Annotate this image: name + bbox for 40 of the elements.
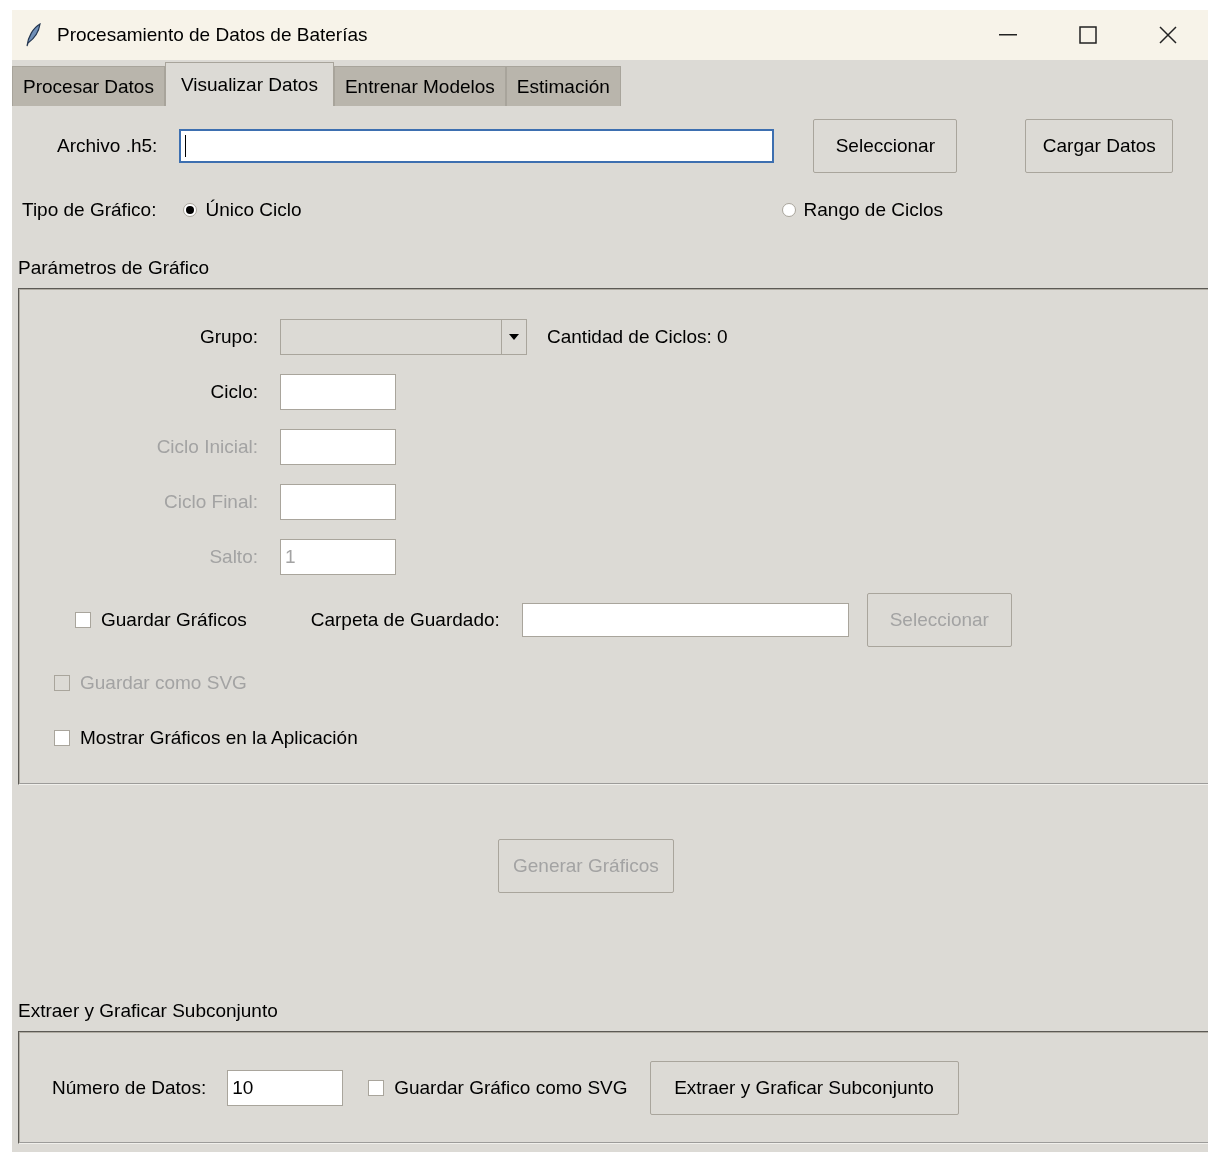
field-label: Ciclo: (209, 381, 258, 403)
save-svg-option[interactable]: Guardar Gráfico como SVG (368, 1077, 628, 1099)
group-dropdown[interactable] (280, 319, 527, 355)
checkbox[interactable] (368, 1080, 385, 1096)
radio-option[interactable]: Único Ciclo (183, 199, 302, 221)
tab[interactable]: Procesar Datos (12, 66, 165, 106)
data-count-input[interactable]: 10 (227, 1070, 344, 1106)
window-title: Procesamiento de Datos de Baterías (57, 24, 368, 46)
tab[interactable]: Estimación (505, 66, 621, 106)
group-label: Grupo: (198, 326, 258, 348)
cycle-count-text: Cantidad de Ciclos: 0 (547, 326, 728, 348)
maximize-icon (1079, 26, 1097, 44)
tab[interactable]: Entrenar Modelos (333, 66, 506, 106)
minimize-icon (999, 34, 1017, 36)
cycle-input[interactable] (280, 429, 396, 465)
feather-icon (24, 23, 42, 47)
section-title: Extraer y Graficar Subconjunto (18, 999, 279, 1023)
show-charts-option[interactable]: Mostrar Gráficos en la Aplicación (54, 727, 358, 749)
checkbox[interactable] (75, 611, 91, 628)
field-label: Ciclo Final: (163, 491, 258, 513)
chart-type-label: Tipo de Gráfico: (22, 199, 157, 221)
file-label: Archivo .h5: (57, 135, 158, 157)
section-title: Parámetros de Gráfico (18, 256, 211, 280)
cycle-input[interactable] (280, 374, 396, 410)
select-button[interactable]: Seleccionar (813, 119, 958, 173)
folder-input[interactable] (521, 602, 849, 637)
radio-option[interactable]: Rango de Ciclos (781, 199, 943, 221)
data-count-label: Número de Datos: (52, 1077, 207, 1099)
field-label: Salto: (208, 546, 258, 568)
field-label: Ciclo Inicial: (155, 436, 258, 458)
cycle-input[interactable] (280, 484, 396, 520)
dropdown-arrow-icon (509, 334, 519, 340)
file-input[interactable] (179, 129, 775, 163)
save-charts-option[interactable]: Guardar Gráficos (75, 608, 247, 631)
checkbox[interactable] (54, 730, 70, 746)
load-button[interactable]: Cargar Datos (1025, 119, 1174, 173)
close-icon (1159, 26, 1177, 44)
folder-label: Carpeta de Guardado: (310, 608, 500, 631)
tab[interactable]: Visualizar Datos (164, 62, 334, 106)
extract-button[interactable]: Extraer y Graficar Subconjunto (649, 1061, 959, 1115)
